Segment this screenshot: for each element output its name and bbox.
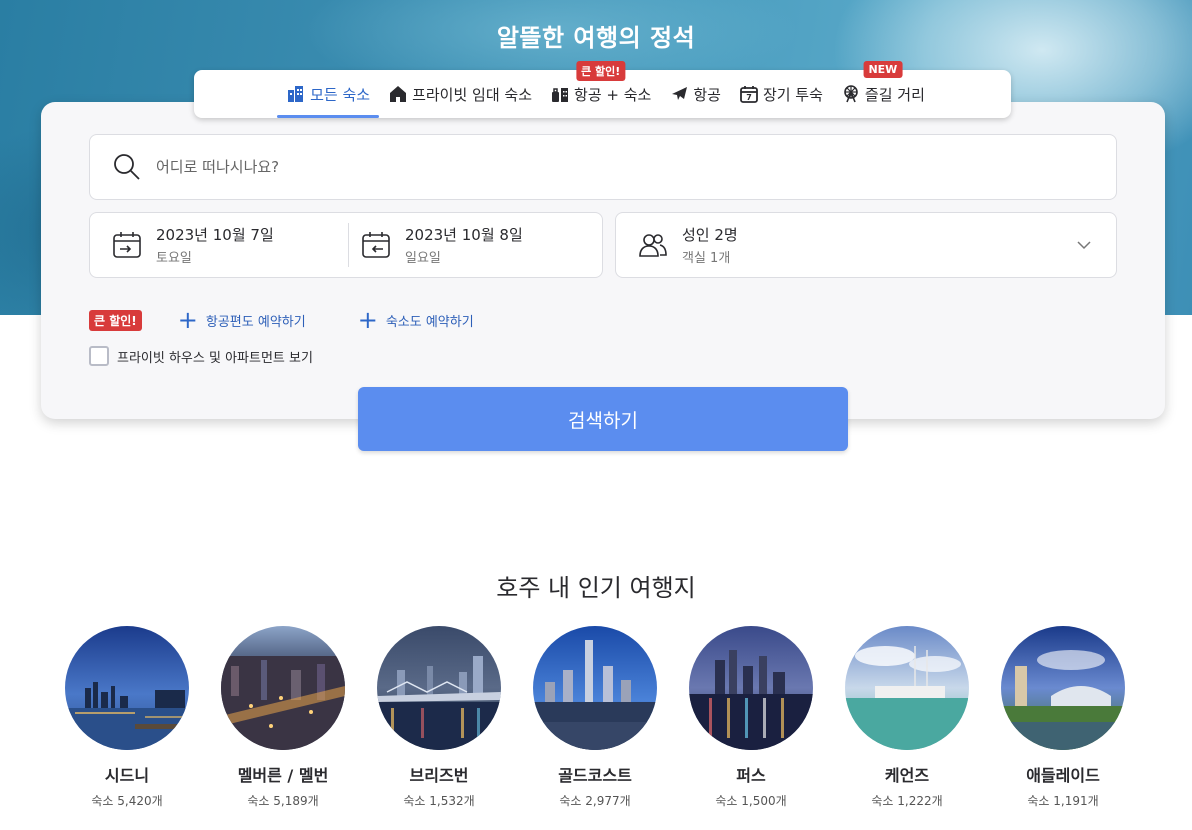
destination-name: 케언즈: [884, 766, 930, 785]
tab-all-stays[interactable]: 모든 숙소: [277, 70, 380, 118]
property-count: 숙소 2,977개: [559, 794, 631, 808]
private-homes-checkbox[interactable]: [89, 346, 109, 366]
tab-label: 장기 투숙: [762, 85, 823, 104]
property-count: 숙소 5,189개: [247, 794, 319, 808]
destination-image: [845, 626, 969, 750]
tab-label: 항공: [693, 85, 721, 104]
check-out-weekday: 일요일: [405, 251, 441, 266]
check-in-date: 2023년 10월 7일: [156, 226, 274, 244]
destination-card-melbourne[interactable]: 멜버른 / 멜번 숙소 5,189개: [205, 626, 361, 809]
tab-label: 항공 + 숙소: [574, 85, 652, 104]
add-hotel-label: 숙소도 예약하기: [385, 314, 474, 330]
date-picker: 2023년 10월 7일 토요일 2023년 10월 8일 일요일: [89, 212, 603, 278]
luggage-hotel-icon: [550, 84, 570, 104]
destination-name: 애들레이드: [1026, 766, 1100, 785]
private-homes-label: 프라이빗 하우스 및 아파트먼트 보기: [117, 350, 313, 366]
search-icon: [112, 152, 142, 182]
airplane-icon: [669, 84, 689, 104]
guests-selector[interactable]: 성인 2명 객실 1개: [615, 212, 1117, 278]
add-flight-label: 항공편도 예약하기: [205, 314, 306, 330]
tab-long-stays[interactable]: 7 장기 투숙: [730, 70, 832, 118]
plus-icon: +: [177, 306, 198, 334]
destination-image: [1001, 626, 1125, 750]
svg-text:7: 7: [746, 93, 752, 102]
destination-card-brisbane[interactable]: 브리즈번 숙소 1,532개: [361, 626, 517, 809]
add-flight-link[interactable]: + 항공편도 예약하기: [177, 306, 306, 334]
tab-label: 모든 숙소: [310, 85, 371, 104]
destination-image: [377, 626, 501, 750]
calendar-in-icon: [112, 230, 142, 260]
hero-title: 알뜰한 여행의 정석: [496, 24, 696, 52]
property-count: 숙소 5,420개: [91, 794, 163, 808]
popular-destinations: 시드니 숙소 5,420개 멜버른 / 멜번 숙소 5,189개 브리즈번 숙소…: [0, 626, 1192, 826]
people-icon: [638, 230, 668, 260]
calendar-7-icon: 7: [739, 84, 759, 104]
destination-card-adelaide[interactable]: 애들레이드 숙소 1,191개: [985, 626, 1141, 809]
check-in-weekday: 토요일: [156, 251, 192, 266]
destination-card-gold-coast[interactable]: 골드코스트 숙소 2,977개: [517, 626, 673, 809]
tab-label: 프라이빗 임대 숙소: [412, 85, 533, 104]
destination-search[interactable]: [89, 134, 1117, 200]
add-ons-row: 큰 할인! + 항공편도 예약하기 + 숙소도 예약하기: [89, 306, 474, 334]
house-icon: [388, 84, 408, 104]
property-count: 숙소 1,191개: [1027, 794, 1099, 808]
new-badge: NEW: [863, 61, 903, 78]
destination-name: 퍼스: [736, 766, 766, 785]
product-tabs: 모든 숙소 프라이빗 임대 숙소 큰 할인! 항공 + 숙소 항공 7 장기 투…: [194, 61, 1011, 118]
destination-card-cairns[interactable]: 케언즈 숙소 1,222개: [829, 626, 985, 809]
buildings-icon: [286, 84, 306, 104]
tab-label: 즐길 거리: [864, 85, 925, 104]
destination-name: 브리즈번: [409, 766, 469, 785]
destination-name: 골드코스트: [558, 766, 632, 785]
check-in-field[interactable]: 2023년 10월 7일 토요일: [90, 213, 348, 277]
property-count: 숙소 1,222개: [871, 794, 943, 808]
destination-name: 멜버른 / 멜번: [237, 766, 329, 785]
tab-flight-hotel[interactable]: 큰 할인! 항공 + 숙소: [541, 61, 660, 118]
private-option-row[interactable]: 프라이빗 하우스 및 아파트먼트 보기: [89, 346, 313, 366]
guest-count: 성인 2명: [682, 226, 738, 244]
destination-card-perth[interactable]: 퍼스 숙소 1,500개: [673, 626, 829, 809]
section-title: 호주 내 인기 여행지: [496, 574, 696, 602]
destination-image: [689, 626, 813, 750]
property-count: 숙소 1,532개: [403, 794, 475, 808]
ferris-wheel-icon: [841, 84, 861, 104]
check-out-date: 2023년 10월 8일: [405, 226, 523, 244]
room-count: 객실 1개: [682, 251, 731, 266]
destination-card-sydney[interactable]: 시드니 숙소 5,420개: [49, 626, 205, 809]
destination-image: [533, 626, 657, 750]
calendar-out-icon: [361, 230, 391, 260]
property-count: 숙소 1,500개: [715, 794, 787, 808]
add-hotel-link[interactable]: + 숙소도 예약하기: [357, 306, 474, 334]
search-input[interactable]: [156, 158, 1056, 176]
chevron-down-icon: [1076, 237, 1092, 253]
destination-name: 시드니: [104, 766, 150, 785]
search-button[interactable]: 검색하기: [358, 387, 848, 451]
tab-private-rentals[interactable]: 프라이빗 임대 숙소: [379, 70, 541, 118]
destination-image: [221, 626, 345, 750]
check-out-field[interactable]: 2023년 10월 8일 일요일: [339, 213, 604, 277]
discount-badge: 큰 할인!: [89, 309, 142, 331]
tab-activities[interactable]: NEW 즐길 거리: [832, 61, 934, 118]
plus-icon: +: [357, 306, 378, 334]
destination-image: [65, 626, 189, 750]
tab-flights[interactable]: 항공: [660, 70, 730, 118]
discount-badge: 큰 할인!: [576, 61, 626, 81]
